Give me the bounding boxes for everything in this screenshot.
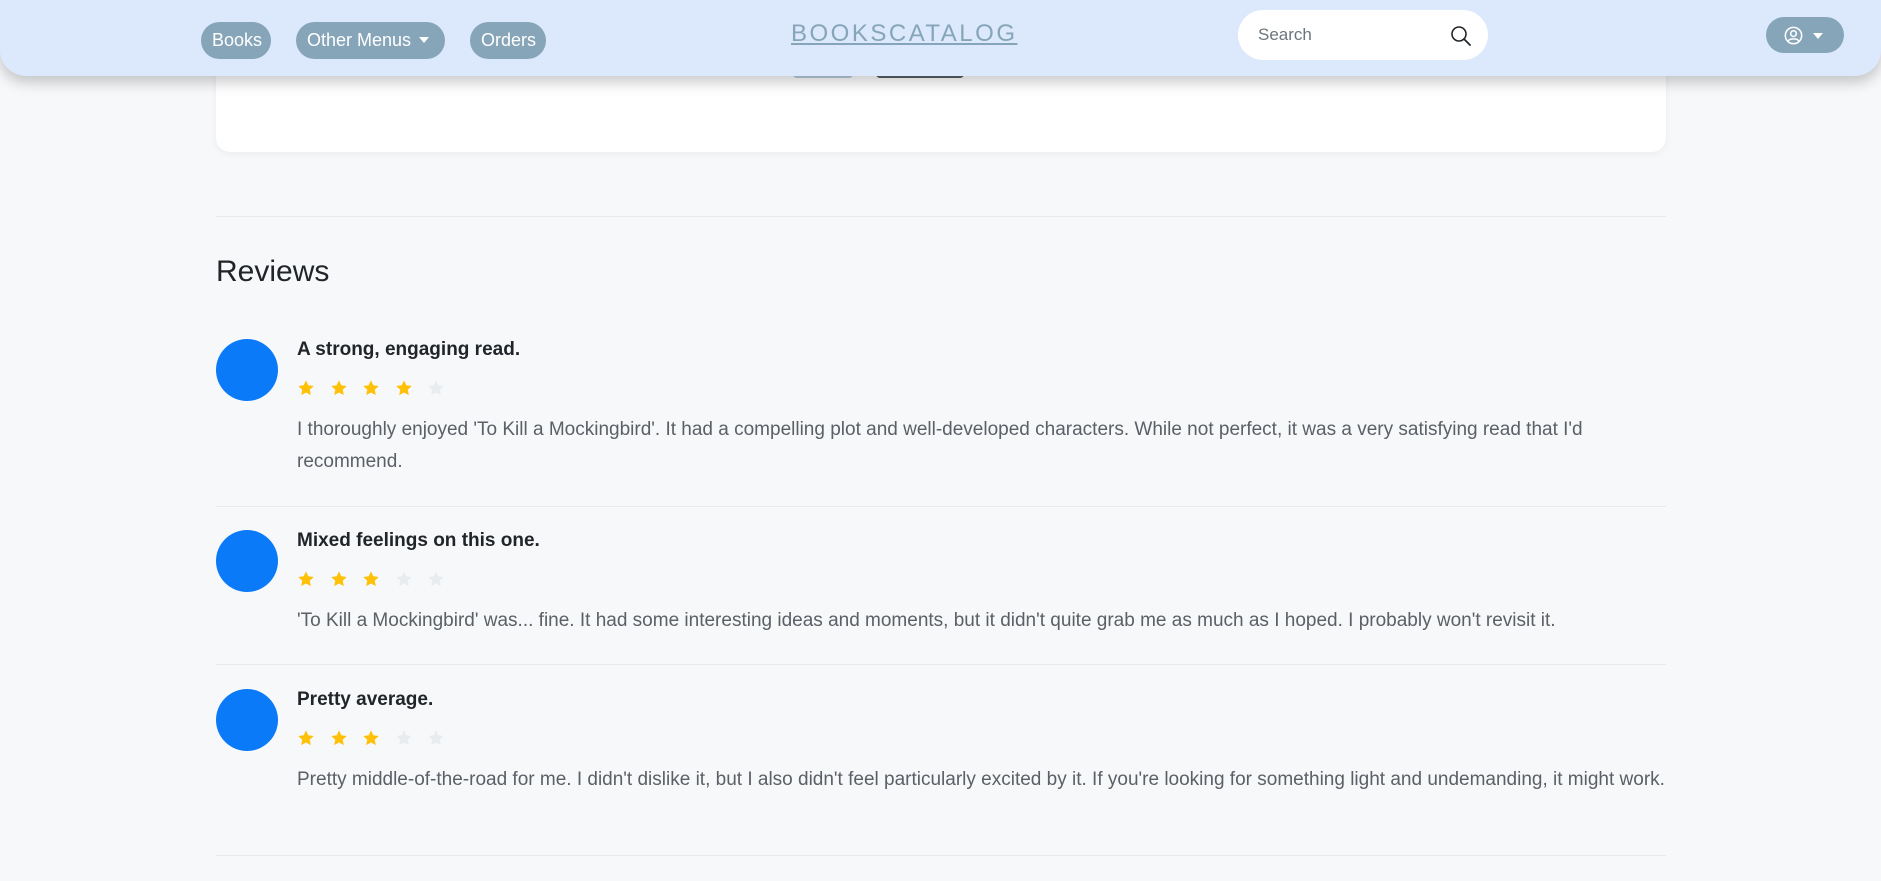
review-divider: [216, 664, 1666, 665]
nav-books-button[interactable]: Books: [201, 22, 271, 59]
star-rating: [297, 379, 460, 397]
star-empty-icon: [428, 730, 444, 746]
review-divider: [216, 855, 1666, 856]
nav-other-menus-dropdown[interactable]: Other Menus: [296, 22, 445, 59]
user-menu-button[interactable]: [1766, 17, 1844, 53]
star-filled-icon: [395, 380, 412, 396]
chevron-down-icon: [1813, 33, 1823, 39]
avatar: [216, 689, 278, 751]
star-filled-icon: [298, 380, 314, 396]
star-filled-icon: [330, 380, 347, 396]
review-divider: [216, 506, 1666, 507]
navbar: Books Other Menus Orders BOOKSCATALOG: [0, 0, 1881, 76]
review-text: I thoroughly enjoyed 'To Kill a Mockingb…: [297, 419, 1583, 472]
star-rating: [297, 570, 460, 588]
star-empty-icon: [395, 730, 412, 746]
avatar: [216, 530, 278, 592]
avatar: [216, 339, 278, 401]
review-title: Pretty average.: [297, 689, 434, 710]
review-text: Pretty middle-of-the-road for me. I didn…: [297, 769, 1665, 790]
star-filled-icon: [363, 380, 379, 396]
brand-logo-link[interactable]: BOOKSCATALOG: [791, 20, 1018, 48]
star-empty-icon: [395, 571, 412, 587]
star-rating: [297, 729, 460, 747]
search-input[interactable]: [1258, 10, 1438, 60]
review-title: Mixed feelings on this one.: [297, 530, 540, 551]
star-empty-icon: [428, 571, 444, 587]
user-circle-icon: [1784, 26, 1803, 45]
nav-orders-button[interactable]: Orders: [470, 22, 546, 59]
search-box: [1238, 10, 1488, 60]
star-filled-icon: [363, 571, 379, 587]
review-title: A strong, engaging read.: [297, 339, 521, 360]
nav-other-menus-label: Other Menus: [307, 30, 412, 50]
chevron-down-icon: [419, 36, 430, 43]
review-text: 'To Kill a Mockingbird' was... fine. It …: [297, 610, 1556, 631]
reviews-heading: Reviews: [216, 255, 330, 288]
star-filled-icon: [330, 730, 347, 746]
star-filled-icon: [330, 571, 347, 587]
search-icon[interactable]: [1450, 25, 1472, 47]
star-empty-icon: [428, 380, 444, 396]
star-filled-icon: [363, 730, 379, 746]
star-filled-icon: [298, 730, 314, 746]
star-filled-icon: [298, 571, 314, 587]
section-divider: [216, 216, 1666, 217]
